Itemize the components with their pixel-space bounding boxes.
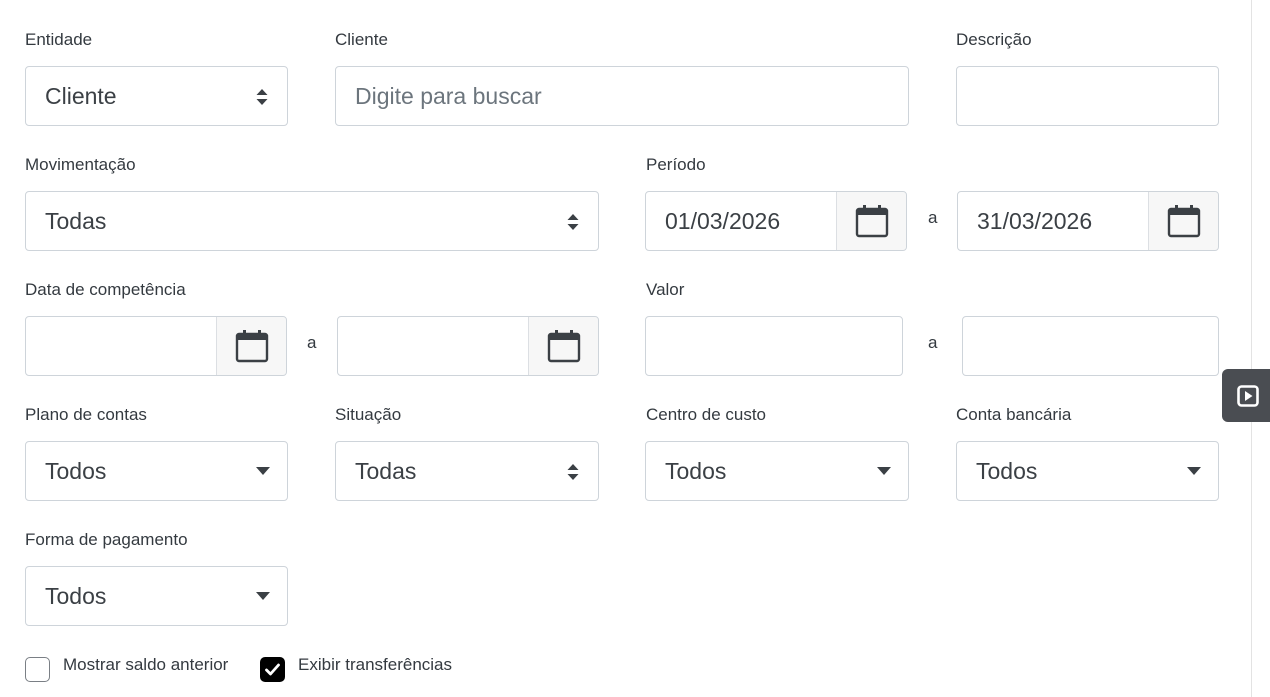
panel-divider	[1251, 0, 1252, 697]
mostrar-saldo-anterior-checkbox[interactable]	[25, 657, 50, 682]
plano-contas-label: Plano de contas	[25, 405, 147, 424]
movimentacao-value: Todas	[45, 208, 107, 234]
centro-custo-value: Todos	[665, 458, 727, 484]
periodo-end-input[interactable]: 31/03/2026	[957, 191, 1219, 251]
forma-pagamento-label: Forma de pagamento	[25, 530, 188, 549]
situacao-value: Todas	[355, 458, 417, 484]
cliente-search-input[interactable]: Digite para buscar	[335, 66, 909, 126]
competencia-separator: a	[307, 333, 317, 352]
valor-max-input[interactable]	[962, 316, 1219, 376]
cliente-placeholder: Digite para buscar	[355, 83, 542, 109]
sort-caret-icon	[256, 89, 268, 105]
sort-caret-icon	[567, 214, 579, 230]
plano-contas-value: Todos	[45, 458, 107, 484]
play-square-icon	[1237, 385, 1259, 407]
calendar-icon	[1167, 205, 1201, 238]
valor-min-input[interactable]	[645, 316, 903, 376]
exibir-transferencias-checkbox[interactable]	[260, 657, 285, 682]
checkmark-icon	[265, 663, 280, 676]
conta-bancaria-dropdown[interactable]: Todos	[956, 441, 1219, 501]
descricao-label: Descrição	[956, 30, 1032, 49]
caret-down-icon	[256, 467, 270, 475]
entidade-value: Cliente	[45, 83, 117, 109]
competencia-start-calendar-button[interactable]	[216, 317, 286, 375]
cliente-label: Cliente	[335, 30, 388, 49]
situacao-label: Situação	[335, 405, 402, 424]
caret-down-icon	[877, 467, 891, 475]
calendar-icon	[235, 330, 269, 363]
calendar-icon	[855, 205, 889, 238]
caret-down-icon	[256, 592, 270, 600]
periodo-separator: a	[928, 208, 938, 227]
side-panel-toggle-button[interactable]	[1222, 369, 1270, 422]
conta-bancaria-label: Conta bancária	[956, 405, 1072, 424]
mostrar-saldo-anterior-label[interactable]: Mostrar saldo anterior	[63, 655, 228, 675]
periodo-start-value: 01/03/2026	[665, 208, 781, 234]
caret-down-icon	[1187, 467, 1201, 475]
periodo-start-calendar-button[interactable]	[836, 192, 906, 250]
plano-contas-dropdown[interactable]: Todos	[25, 441, 288, 501]
conta-bancaria-value: Todos	[976, 458, 1038, 484]
periodo-start-input[interactable]: 01/03/2026	[645, 191, 907, 251]
competencia-end-input[interactable]	[337, 316, 599, 376]
centro-custo-dropdown[interactable]: Todos	[645, 441, 909, 501]
movimentacao-label: Movimentação	[25, 155, 136, 174]
valor-label: Valor	[646, 280, 685, 299]
descricao-input[interactable]	[956, 66, 1219, 126]
competencia-end-calendar-button[interactable]	[528, 317, 598, 375]
valor-separator: a	[928, 333, 938, 352]
exibir-transferencias-label[interactable]: Exibir transferências	[298, 655, 452, 675]
periodo-end-calendar-button[interactable]	[1148, 192, 1218, 250]
entidade-select[interactable]: Cliente	[25, 66, 288, 126]
forma-pagamento-value: Todos	[45, 583, 107, 609]
sort-caret-icon	[567, 464, 579, 480]
periodo-end-value: 31/03/2026	[977, 208, 1093, 234]
situacao-select[interactable]: Todas	[335, 441, 599, 501]
forma-pagamento-dropdown[interactable]: Todos	[25, 566, 288, 626]
entidade-label: Entidade	[25, 30, 93, 49]
centro-custo-label: Centro de custo	[646, 405, 767, 424]
competencia-start-input[interactable]	[25, 316, 287, 376]
data-competencia-label: Data de competência	[25, 280, 186, 299]
movimentacao-select[interactable]: Todas	[25, 191, 599, 251]
calendar-icon	[547, 330, 581, 363]
periodo-label: Período	[646, 155, 706, 174]
